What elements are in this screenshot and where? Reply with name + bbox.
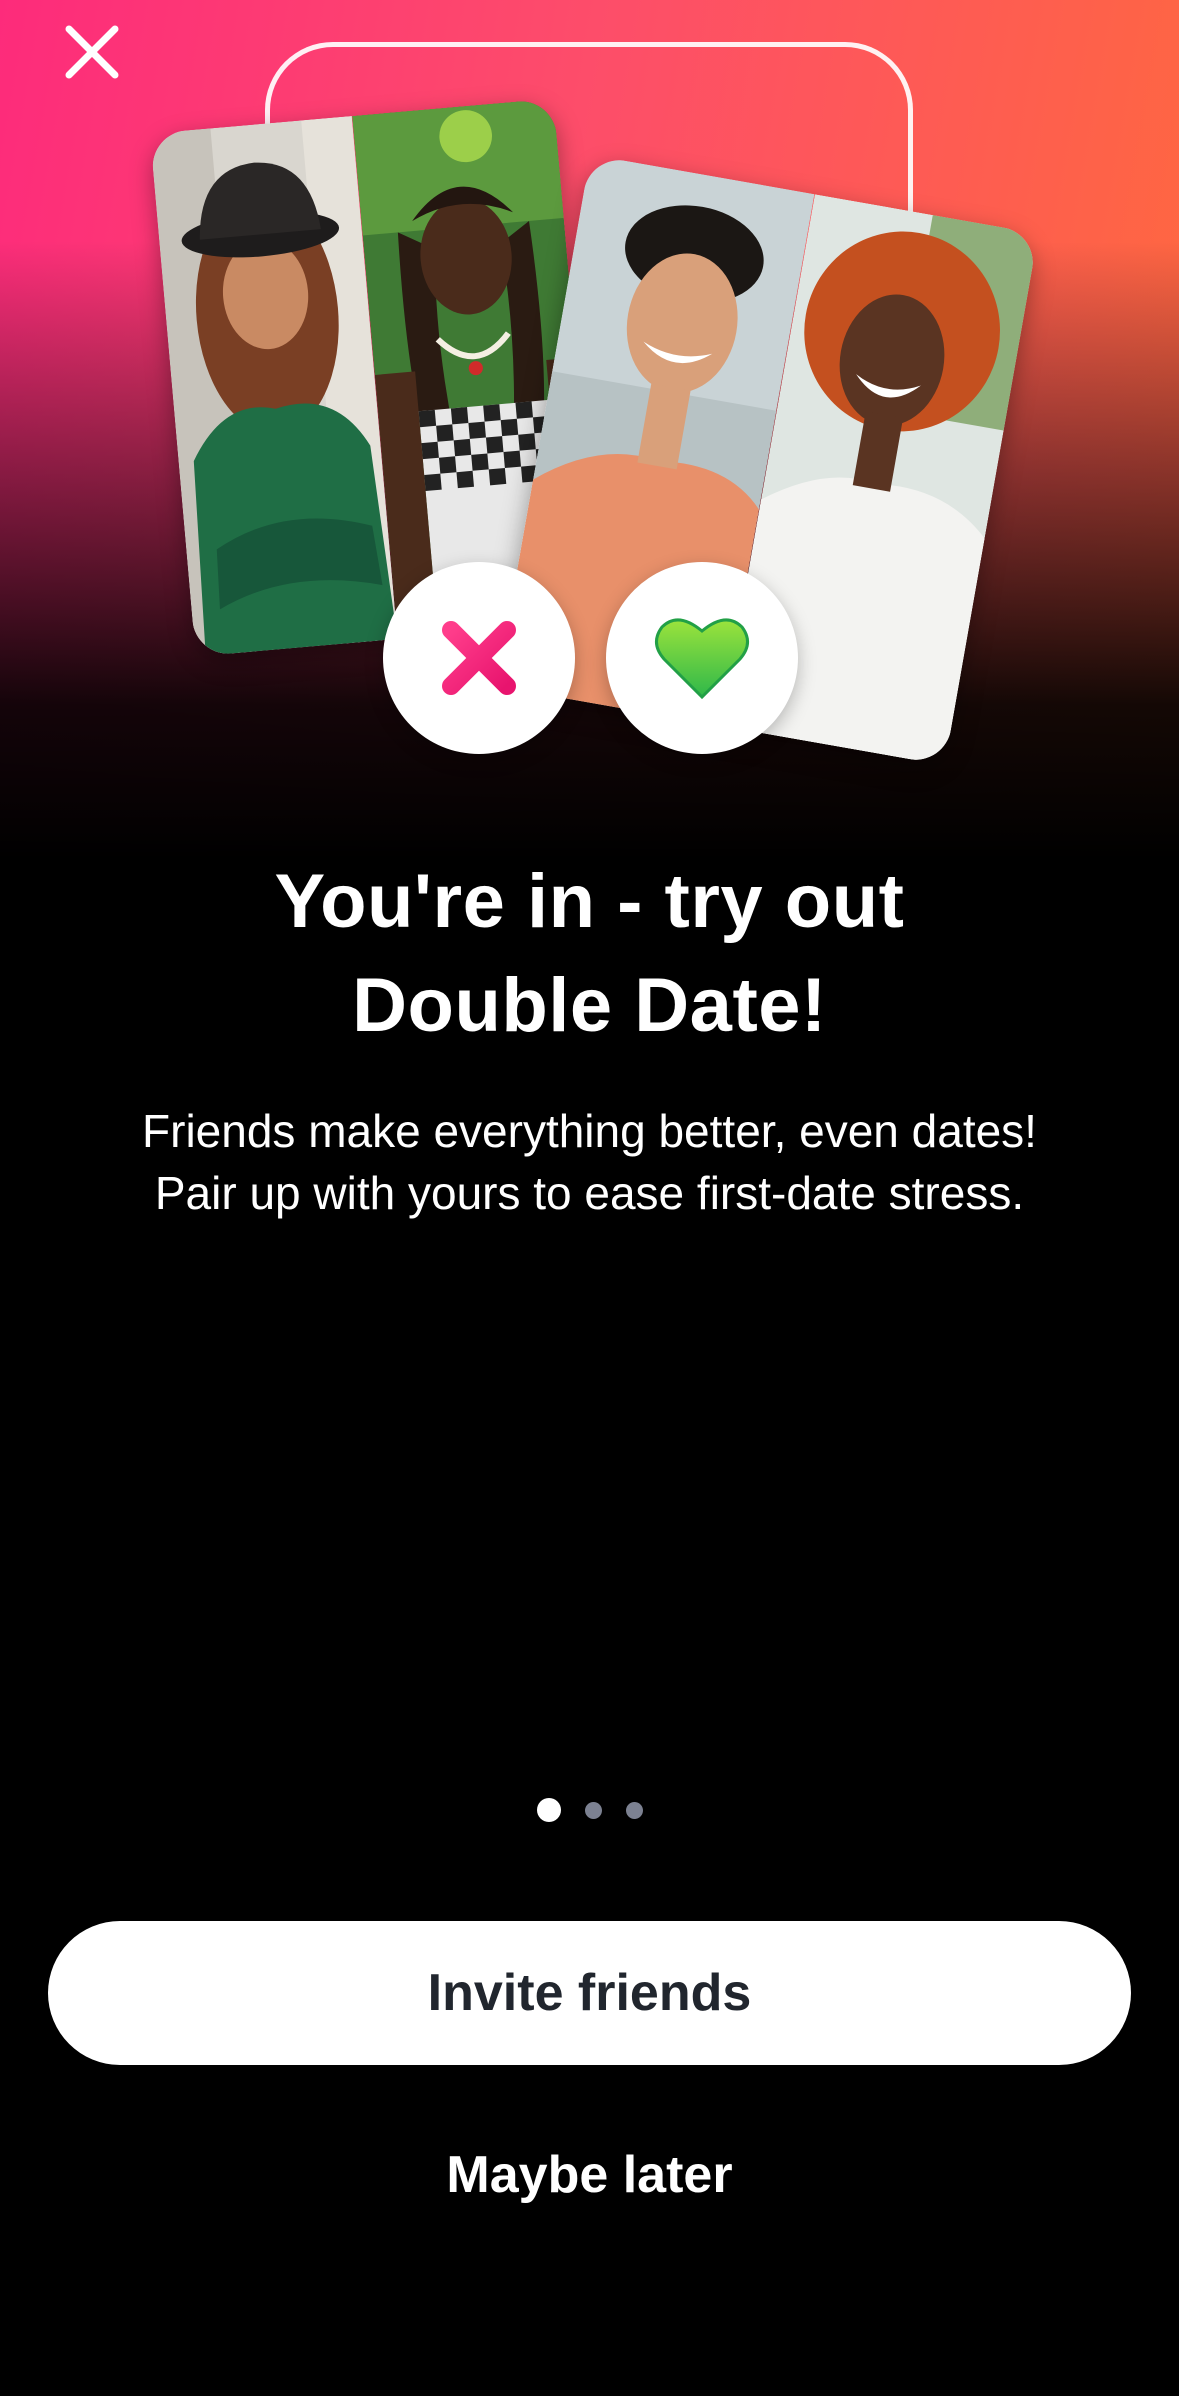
x-icon (437, 616, 521, 700)
double-date-intro-screen: You're in - try out Double Date! Friends… (0, 0, 1179, 2396)
description-line1: Friends make everything better, even dat… (142, 1105, 1037, 1157)
page-description: Friends make everything better, even dat… (60, 1100, 1119, 1224)
page-dot-2 (584, 1801, 602, 1819)
description-line2: Pair up with yours to ease first-date st… (154, 1167, 1025, 1219)
page-dot-1-active (536, 1798, 561, 1822)
page-title: You're in - try out Double Date! (60, 850, 1119, 1058)
close-icon (63, 23, 121, 81)
nope-button[interactable] (383, 562, 575, 754)
close-button[interactable] (50, 10, 134, 94)
like-button[interactable] (606, 562, 798, 754)
page-title-line2: Double Date! (352, 963, 827, 1048)
heart-icon (654, 615, 750, 701)
invite-friends-button[interactable]: Invite friends (48, 1921, 1131, 2065)
maybe-later-button[interactable]: Maybe later (300, 2130, 879, 2220)
page-title-line1: You're in - try out (274, 859, 905, 944)
page-dot-3 (625, 1801, 643, 1819)
page-indicator (0, 1798, 1179, 1822)
